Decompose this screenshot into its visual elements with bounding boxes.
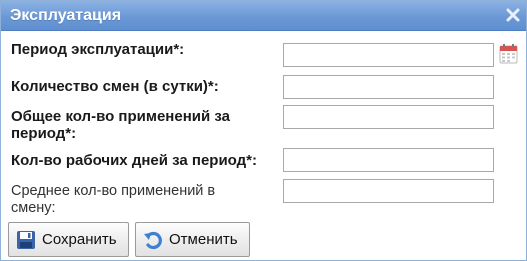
- floppy-disk-icon: [17, 230, 35, 249]
- shifts-label: Количество смен (в сутки)*:: [11, 78, 219, 95]
- total-uses-field[interactable]: [283, 105, 494, 129]
- save-button[interactable]: Сохранить: [8, 222, 129, 257]
- period-label: Период эксплуатации*:: [11, 41, 185, 58]
- save-button-label: Сохранить: [42, 231, 117, 248]
- calendar-icon[interactable]: [499, 43, 518, 64]
- dialog-title: Эксплуатация: [10, 7, 122, 24]
- cancel-button[interactable]: Отменить: [135, 222, 250, 257]
- period-field[interactable]: [283, 43, 494, 67]
- close-icon[interactable]: [506, 8, 520, 22]
- working-days-field[interactable]: [283, 148, 494, 172]
- total-uses-label: Общее кол-во применений за период*:: [11, 108, 230, 142]
- cancel-button-label: Отменить: [169, 231, 238, 248]
- avg-uses-label: Среднее кол-во применений в смену:: [11, 183, 216, 216]
- dialog-titlebar[interactable]: Эксплуатация: [1, 1, 526, 31]
- exploitation-dialog: Эксплуатация Период эксплуатации*: Колич…: [0, 0, 527, 261]
- avg-uses-field[interactable]: [283, 179, 494, 203]
- undo-icon: [144, 231, 162, 249]
- working-days-label: Кол-во рабочих дней за период*:: [11, 152, 258, 169]
- shifts-field[interactable]: [283, 75, 494, 99]
